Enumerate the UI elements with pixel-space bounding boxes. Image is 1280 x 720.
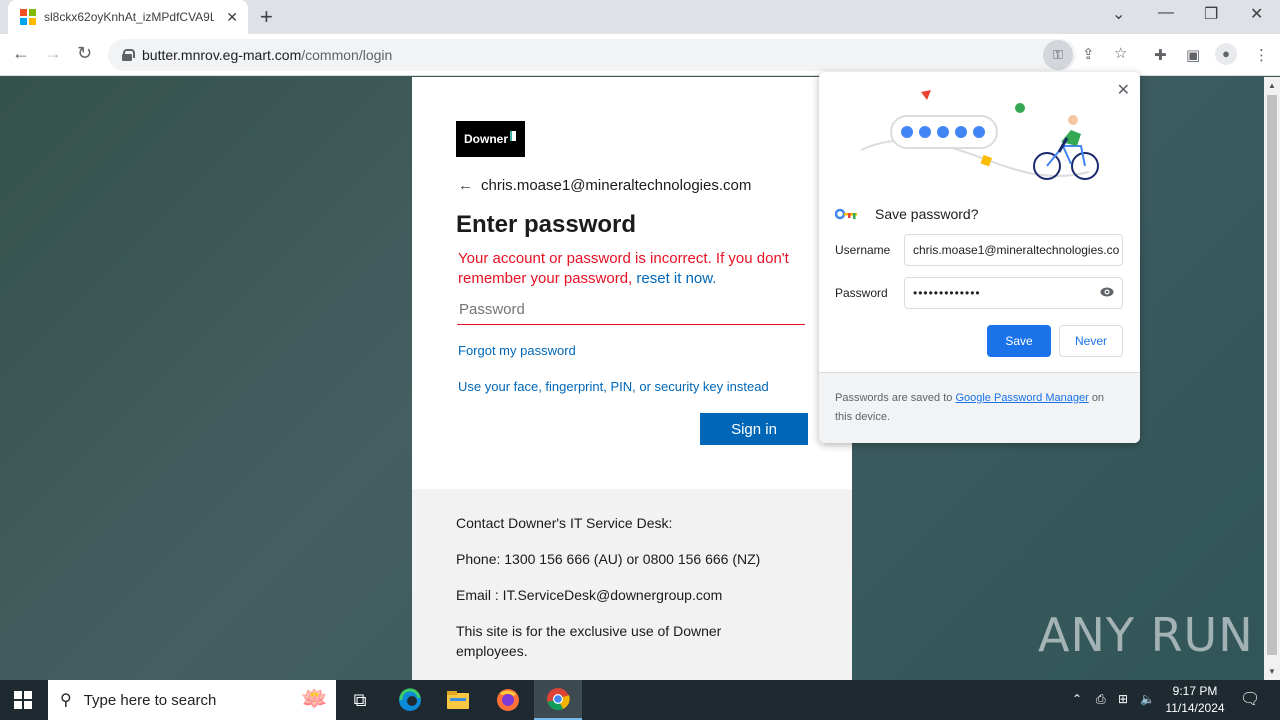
taskbar-search[interactable]: ⚲ Type here to search 🪷 xyxy=(48,680,336,720)
side-panel-icon[interactable]: ▣ xyxy=(1186,46,1200,64)
microsoft-logo-icon xyxy=(20,9,36,25)
downer-logo: Downer xyxy=(456,121,525,157)
file-explorer-icon[interactable] xyxy=(434,680,482,720)
minimize-icon[interactable]: — xyxy=(1158,4,1174,22)
username-field[interactable]: chris.moase1@mineraltechnologies.co xyxy=(904,234,1123,266)
tab-strip: sl8ckx62oyKnhAt_izMPdfCVA9L ✕ + ⌄ — ❐ ✕ xyxy=(0,0,1280,34)
contact-phone: Phone: 1300 156 666 (AU) or 0800 156 666… xyxy=(456,551,761,567)
password-manager-link[interactable]: Google Password Manager xyxy=(955,392,1088,404)
password-label: Password xyxy=(835,286,888,300)
identity-row: ← chris.moase1@mineraltechnologies.com xyxy=(458,177,751,194)
window-close-icon[interactable]: ✕ xyxy=(1250,4,1263,24)
contact-email: Email : IT.ServiceDesk@downergroup.com xyxy=(456,587,723,603)
show-password-eye-icon[interactable] xyxy=(1100,287,1114,297)
url-host: butter.mnrov.eg-mart.com xyxy=(142,47,302,63)
new-tab-button[interactable]: + xyxy=(260,4,273,30)
lock-icon[interactable] xyxy=(122,49,135,61)
error-message: Your account or password is incorrect. I… xyxy=(458,249,808,289)
browser-tab[interactable]: sl8ckx62oyKnhAt_izMPdfCVA9L ✕ xyxy=(8,0,248,34)
footer-card: Contact Downer's IT Service Desk: Phone:… xyxy=(412,489,852,680)
google-key-icon xyxy=(835,208,857,220)
username-value: chris.moase1@mineraltechnologies.co xyxy=(913,243,1120,257)
logo-mark-icon xyxy=(510,131,517,141)
username-label: Username xyxy=(835,243,891,257)
save-password-illustration xyxy=(860,90,1099,180)
sign-in-button[interactable]: Sign in xyxy=(700,413,808,445)
clock-time: 9:17 PM xyxy=(1172,684,1218,698)
page-title: Enter password xyxy=(456,211,637,238)
profile-avatar-icon[interactable]: ● xyxy=(1215,43,1237,65)
search-placeholder: Type here to search xyxy=(83,691,217,709)
task-view-icon[interactable]: ⧉ xyxy=(336,680,384,720)
password-key-icon[interactable]: ⚿ xyxy=(1043,40,1073,70)
account-email: chris.moase1@mineraltechnologies.com xyxy=(481,177,752,194)
device-icon[interactable]: ⎙ xyxy=(1096,692,1106,707)
share-icon[interactable]: ⇪ xyxy=(1082,45,1095,63)
tab-close-icon[interactable]: ✕ xyxy=(226,9,238,26)
tab-title: sl8ckx62oyKnhAt_izMPdfCVA9L xyxy=(44,10,214,24)
reset-password-link[interactable]: reset it now. xyxy=(636,270,716,287)
search-icon: ⚲ xyxy=(60,692,72,709)
forgot-password-link[interactable]: Forgot my password xyxy=(458,343,576,358)
saved-password-field[interactable]: ••••••••••••• xyxy=(904,277,1123,309)
back-icon[interactable]: ← xyxy=(12,43,30,64)
restore-icon[interactable]: ❐ xyxy=(1204,4,1218,24)
save-password-dialog: ✕ Save password? Username chris.moase1@m… xyxy=(819,72,1140,443)
dialog-title: Save password? xyxy=(875,206,979,222)
footer-prefix: Passwords are saved to xyxy=(835,392,953,404)
address-bar[interactable]: butter.mnrov.eg-mart.com/common/login xyxy=(108,39,1076,71)
windows-start-icon[interactable] xyxy=(14,691,32,709)
bookmark-star-icon[interactable]: ☆ xyxy=(1114,44,1127,62)
login-card: Downer ← chris.moase1@mineraltechnologie… xyxy=(412,77,852,489)
network-icon[interactable]: ⊞ xyxy=(1118,692,1128,706)
chrome-icon[interactable] xyxy=(534,680,582,720)
scroll-down-icon[interactable]: ▼ xyxy=(1268,667,1276,676)
reload-icon[interactable]: ↻ xyxy=(77,43,92,64)
browser-toolbar: ← → ↻ butter.mnrov.eg-mart.com/common/lo… xyxy=(0,34,1280,76)
edge-icon[interactable] xyxy=(386,680,434,720)
exclusive-use-notice: This site is for the exclusive use of Do… xyxy=(456,623,722,659)
alt-signin-link[interactable]: Use your face, fingerprint, PIN, or secu… xyxy=(458,379,769,394)
notifications-icon[interactable]: 🗨 xyxy=(1240,689,1260,709)
back-arrow-icon[interactable]: ← xyxy=(458,177,473,194)
contact-heading: Contact Downer's IT Service Desk: xyxy=(456,515,673,531)
close-dialog-icon[interactable]: ✕ xyxy=(1117,80,1130,100)
dialog-header: Save password? xyxy=(835,206,979,222)
password-field[interactable] xyxy=(457,295,805,325)
page-scrollbar[interactable]: ▲ ▼ xyxy=(1264,77,1280,680)
firefox-icon[interactable] xyxy=(484,680,532,720)
save-button[interactable]: Save xyxy=(987,325,1051,357)
lotus-widget-icon: 🪷 xyxy=(300,686,328,711)
forward-icon[interactable]: → xyxy=(44,43,62,64)
taskbar-clock[interactable]: 9:17 PM 11/14/2024 xyxy=(1160,683,1230,717)
password-value: ••••••••••••• xyxy=(913,286,981,300)
clock-date: 11/14/2024 xyxy=(1165,701,1225,715)
scrollbar-thumb[interactable] xyxy=(1267,95,1277,655)
tray-overflow-icon[interactable]: ⌃ xyxy=(1072,692,1082,706)
never-button[interactable]: Never xyxy=(1059,325,1123,357)
brand-name: Downer xyxy=(464,132,509,146)
tab-search-icon[interactable]: ⌄ xyxy=(1112,4,1125,24)
windows-taskbar: ⚲ Type here to search 🪷 ⧉ ⌃ ⎙ ⊞ 🔈 9:17 P… xyxy=(0,680,1280,720)
volume-icon[interactable]: 🔈 xyxy=(1140,692,1155,706)
dialog-footer: Passwords are saved to Google Password M… xyxy=(819,372,1140,443)
extensions-icon[interactable]: ✚ xyxy=(1154,46,1167,64)
anyrun-watermark: ANY RUN xyxy=(1038,608,1254,662)
error-text: Your account or password is incorrect. I… xyxy=(458,250,789,287)
url-path: /common/login xyxy=(301,47,393,63)
more-menu-icon[interactable]: ⋮ xyxy=(1254,46,1269,64)
scroll-up-icon[interactable]: ▲ xyxy=(1268,81,1276,90)
